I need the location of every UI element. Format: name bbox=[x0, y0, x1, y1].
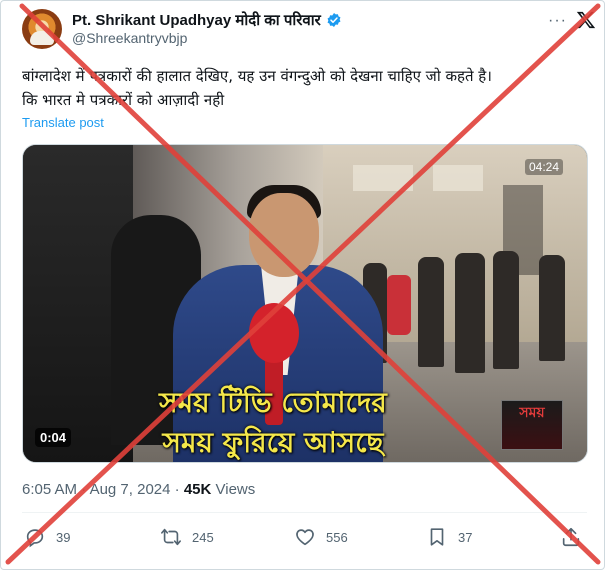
reply-button[interactable]: 39 bbox=[24, 526, 70, 548]
share-icon bbox=[562, 527, 580, 547]
translate-post-link[interactable]: Translate post bbox=[22, 115, 104, 130]
video-caption-line-2: সময় ফুরিয়ে আসছে bbox=[162, 426, 384, 459]
like-count: 556 bbox=[326, 529, 348, 545]
author-display-name[interactable]: Pt. Shrikant Upadhyay मोदी का परिवार bbox=[72, 10, 321, 30]
channel-logo: সময় bbox=[501, 400, 563, 450]
more-options-icon[interactable]: ··· bbox=[548, 12, 567, 30]
video-reporter-head bbox=[249, 193, 319, 277]
bookmark-icon bbox=[430, 528, 444, 546]
views-label: Views bbox=[215, 481, 256, 498]
bookmark-count: 37 bbox=[458, 529, 473, 545]
video-pedestrian bbox=[455, 253, 485, 373]
post-meta: 6:05 AM · Aug 7, 2024 · 45K Views bbox=[22, 481, 255, 498]
verified-badge-icon bbox=[327, 13, 341, 27]
meta-separator: · bbox=[81, 481, 87, 498]
video-pedestrian bbox=[418, 257, 444, 367]
repost-button[interactable]: 245 bbox=[160, 526, 214, 548]
post-date[interactable]: Aug 7, 2024 bbox=[90, 481, 171, 498]
avatar[interactable] bbox=[22, 9, 62, 49]
video-window bbox=[433, 165, 483, 191]
reply-count: 39 bbox=[56, 529, 71, 545]
video-window bbox=[353, 165, 413, 191]
meta-separator: · bbox=[174, 481, 180, 498]
author-handle[interactable]: @Shreekantryvbjp bbox=[72, 30, 187, 46]
views-count: 45K bbox=[183, 481, 212, 498]
post-text-line-2: कि भारत मे पत्रकारों को आज़ादी नही bbox=[22, 91, 225, 109]
video-pedestrian bbox=[493, 251, 519, 369]
repost-icon bbox=[161, 528, 181, 546]
video-player[interactable]: 04:24 সময় সময় টিভি তোমাদের সময় ফুরিয়… bbox=[22, 144, 588, 463]
bookmark-button[interactable]: 37 bbox=[426, 526, 472, 548]
x-logo-icon[interactable] bbox=[576, 10, 596, 30]
reply-icon bbox=[26, 529, 44, 548]
action-bar: 39 245 556 37 bbox=[22, 526, 587, 554]
heart-icon bbox=[296, 529, 314, 546]
video-pedestrian-red bbox=[387, 275, 411, 335]
video-corner-timestamp: 04:24 bbox=[525, 159, 564, 175]
video-duration: 0:04 bbox=[35, 428, 72, 447]
video-pedestrian bbox=[539, 255, 565, 361]
like-button[interactable]: 556 bbox=[294, 526, 348, 548]
post-text-line-1: बांग्लादेश में पत्रकारों की हालात देखिए,… bbox=[22, 67, 492, 85]
author-name-row: Pt. Shrikant Upadhyay मोदी का परिवार bbox=[72, 10, 342, 30]
share-button[interactable] bbox=[560, 526, 582, 548]
post-text: बांग्लादेश में पत्रकारों की हालात देखिए,… bbox=[22, 64, 594, 112]
repost-count: 245 bbox=[192, 529, 214, 545]
divider bbox=[22, 512, 587, 513]
post-time[interactable]: 6:05 AM bbox=[22, 481, 77, 498]
video-microphone bbox=[249, 303, 299, 363]
